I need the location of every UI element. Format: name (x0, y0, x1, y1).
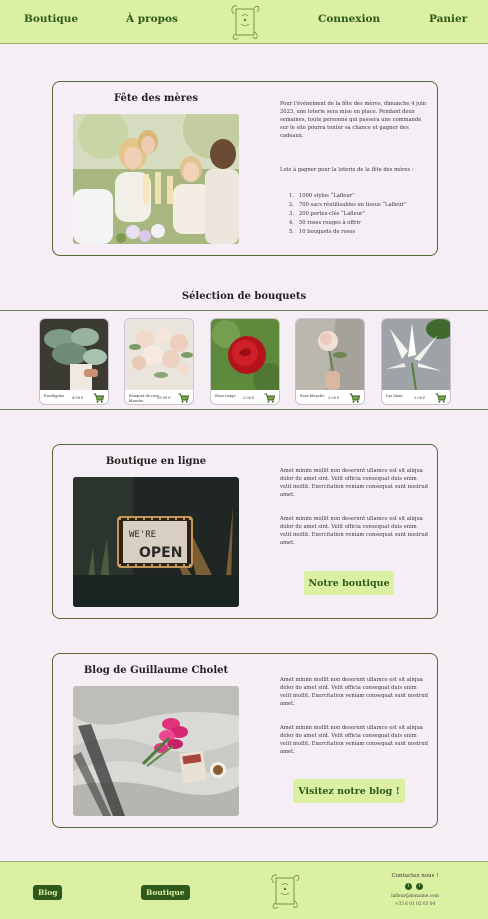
cart-icon[interactable] (178, 393, 189, 403)
cart-icon[interactable] (349, 393, 360, 403)
sign-text-were: WE'RE (129, 530, 156, 540)
lottery-heading: Lots à gagner pour la loterie de la fête… (280, 167, 414, 173)
list-item: 3. 200 portes-clés “Lafleur” (289, 211, 366, 218)
product-card-eucalyptus[interactable]: Eucalyptus 4.99 € (39, 318, 109, 405)
footer: Blog Boutique Contactez nous ! t f lafle… (0, 861, 488, 919)
footer-blog-button[interactable]: Blog (33, 885, 63, 900)
online-shop-para-1: Amet minim mollit non deserunt ullamco e… (280, 468, 428, 498)
blog-para-1: Amet minim mollit non deserunt ullamco e… (280, 677, 428, 707)
product-card-lys-blanc[interactable]: Lys blanc 2.00 € (381, 318, 451, 405)
product-price: 4.99 € (72, 396, 84, 400)
list-item: 5. 10 bouquets de roses (289, 229, 356, 236)
nav-connexion[interactable]: Connexion (318, 13, 380, 25)
nav-boutique[interactable]: Boutique (24, 13, 78, 25)
twitter-icon[interactable]: t (405, 883, 412, 890)
product-image (40, 319, 108, 390)
nav-a-propos[interactable]: À propos (126, 13, 178, 25)
product-image (382, 319, 450, 390)
sign-text-open: OPEN (139, 545, 182, 561)
product-price: 2.00 € (328, 396, 340, 400)
list-item: 2. 700 sacs réutilisables en tissus “Lafl… (289, 202, 407, 209)
blog-para-2: Amet minim mollit non deserunt ullamco e… (280, 725, 428, 755)
product-image (211, 319, 279, 390)
mothers-day-card: Fête des mères Pour l'événement de la fê… (52, 81, 438, 256)
online-shop-para-2: Amet minim mollit non deserunt ullamco e… (280, 516, 428, 546)
open-sign-photo: WE'RE OPEN (73, 477, 239, 607)
shop-button[interactable]: Notre boutique (304, 571, 394, 595)
facebook-icon[interactable]: f (416, 883, 423, 890)
mothers-day-photo (73, 114, 239, 244)
contact-email[interactable]: lafleur@domaine.com (382, 894, 448, 899)
mothers-day-intro: Pour l'événement de la fête des mères, d… (280, 101, 427, 139)
cart-icon[interactable] (264, 393, 275, 403)
blog-title: Blog de Guillaume Cholet (83, 665, 229, 676)
flower-card-logo-icon[interactable] (268, 871, 302, 911)
product-strip: Eucalyptus 4.99 € Bouquet de rose blanch… (0, 310, 488, 410)
list-item: 1. 1000 stylos “Lafleur” (289, 193, 355, 199)
product-price: 2.00 € (243, 396, 255, 400)
blog-card: Blog de Guillaume Cholet Amet minim moll… (52, 653, 438, 828)
contact-title: Contactez nous ! (391, 873, 439, 879)
selection-title: Sélection de bouquets (181, 291, 307, 302)
product-card-rose-rouge[interactable]: Rose rouge 2.00 € (210, 318, 280, 405)
mothers-day-title: Fête des mères (113, 93, 199, 104)
prize-list: 1. 1000 stylos “Lafleur” 2. 700 sacs réuti… (289, 192, 437, 237)
blog-photo (73, 686, 239, 816)
nav-panier[interactable]: Panier (429, 13, 467, 25)
blog-button[interactable]: Visitez notre blog ! (293, 779, 405, 803)
product-image (125, 319, 193, 390)
list-item: 4. 50 roses rouges à offrir (289, 220, 361, 227)
product-image (296, 319, 364, 390)
online-shop-card: Boutique en ligne WE'RE OPEN Amet minim … (52, 444, 438, 619)
product-card-bouquet-rose-blanche[interactable]: Bouquet de rose blanche 29.99 € (124, 318, 194, 405)
cart-icon[interactable] (93, 393, 104, 403)
cart-icon[interactable] (435, 393, 446, 403)
product-card-rose-blanche[interactable]: Rose blanche 2.00 € (295, 318, 365, 405)
contact-phone[interactable]: +33 6 01 02 03 04 (382, 902, 448, 907)
product-price: 2.00 € (414, 396, 426, 400)
product-price: 29.99 € (157, 396, 171, 400)
footer-shop-button[interactable]: Boutique (141, 885, 190, 900)
flower-card-logo-icon[interactable] (228, 2, 262, 42)
header: Boutique À propos Connexion Panier (0, 0, 488, 44)
online-shop-title: Boutique en ligne (105, 456, 207, 467)
